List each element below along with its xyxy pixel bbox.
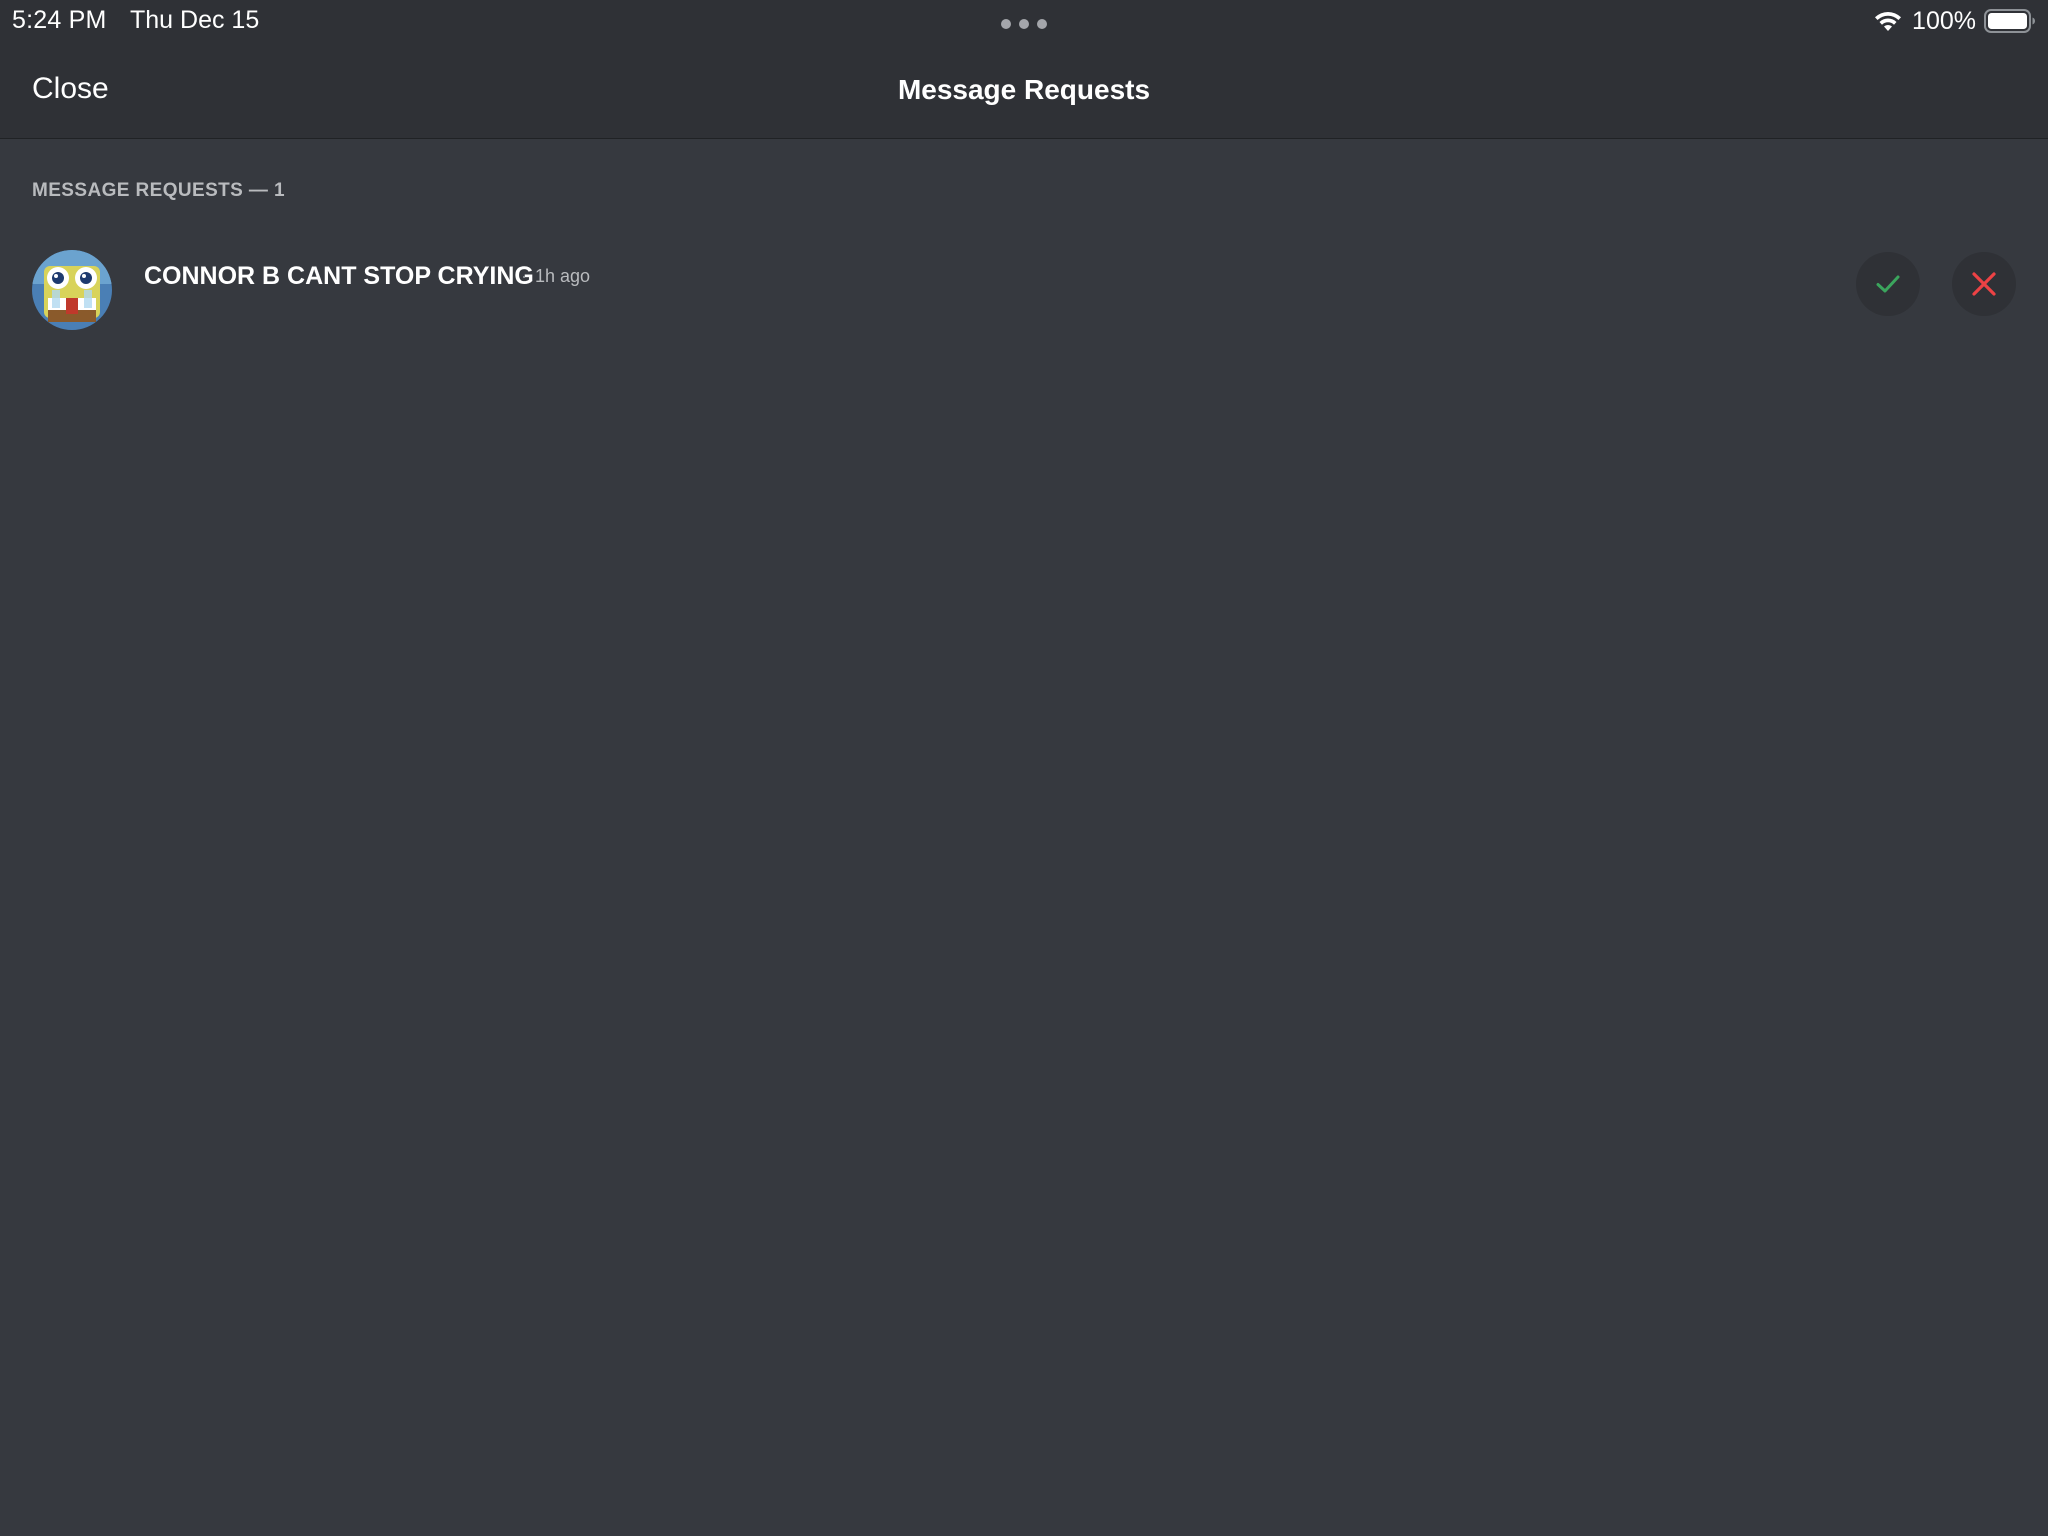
avatar[interactable] <box>32 250 112 330</box>
request-username: CONNOR B CANT STOP CRYING <box>144 262 534 290</box>
status-bar-time: 5:24 PM <box>12 6 107 34</box>
navigation-header: 5:24 PM Thu Dec 15 100% Close Message Re… <box>0 0 2048 139</box>
message-request-row[interactable]: CONNOR B CANT STOP CRYING · 1h ago <box>0 240 2048 340</box>
time-ago: 1h ago <box>535 266 591 286</box>
status-bar-date: Thu Dec 15 <box>130 6 260 34</box>
checkmark-icon <box>1876 275 1900 293</box>
close-x-icon <box>1972 272 1996 296</box>
multitasking-menu-icon[interactable] <box>1001 19 1047 29</box>
battery-percent: 100% <box>1912 6 1976 35</box>
section-header: MESSAGE REQUESTS — 1 <box>32 180 285 201</box>
decline-request-button[interactable] <box>1952 252 2016 316</box>
request-timestamp: · 1h ago <box>521 266 590 287</box>
avatar-image <box>32 250 112 330</box>
page-title: Message Requests <box>897 74 1151 105</box>
wifi-icon <box>1875 11 1902 31</box>
status-bar-right: 100% <box>1872 6 2036 36</box>
accept-request-button[interactable] <box>1856 252 1920 316</box>
meta-separator: · <box>521 266 527 286</box>
battery-full-icon <box>1984 9 2035 33</box>
